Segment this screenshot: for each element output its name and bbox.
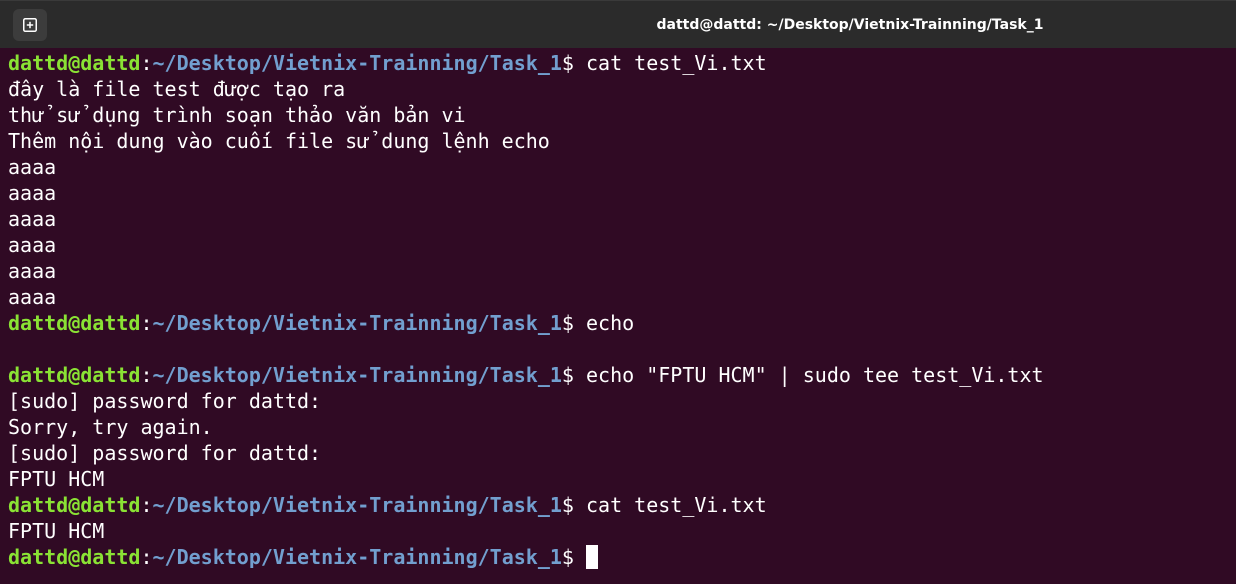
output-line: thử sử dụng trình soạn thảo văn bản vi (8, 102, 1228, 128)
output-text: aaaa (8, 259, 57, 283)
output-text: thử sử dụng trình soạn thảo văn bản vi (8, 103, 466, 127)
output-line: Sorry, try again. (8, 414, 1228, 440)
prompt-user-host: dattd@dattd (8, 363, 141, 387)
prompt-symbol: $ (561, 545, 586, 569)
new-tab-icon (23, 18, 37, 32)
command-text: echo "FPTU HCM" | sudo tee test_Vi.txt (586, 363, 1044, 387)
prompt-path: ~/Desktop/Vietnix-Trainning/Task_1 (152, 363, 562, 387)
prompt-symbol: $ (561, 311, 586, 335)
output-line: [sudo] password for dattd: (8, 388, 1228, 414)
prompt-line: dattd@dattd:~/Desktop/Vietnix-Trainning/… (8, 544, 1228, 570)
output-line: đây là file test được tạo ra (8, 76, 1228, 102)
output-text: đây là file test được tạo ra (8, 77, 346, 101)
output-text: FPTU HCM (8, 467, 105, 491)
prompt-line: dattd@dattd:~/Desktop/Vietnix-Trainning/… (8, 310, 1228, 336)
prompt-line: dattd@dattd:~/Desktop/Vietnix-Trainning/… (8, 492, 1228, 518)
window-title: dattd@dattd: ~/Desktop/Vietnix-Trainning… (656, 17, 1044, 33)
terminal-cursor (586, 545, 598, 569)
output-text: aaaa (8, 285, 57, 309)
output-line: aaaa (8, 258, 1228, 284)
prompt-symbol: $ (561, 363, 586, 387)
prompt-path: ~/Desktop/Vietnix-Trainning/Task_1 (152, 493, 562, 517)
output-line: FPTU HCM (8, 518, 1228, 544)
output-text: [sudo] password for dattd: (8, 441, 322, 465)
command-text: cat test_Vi.txt (586, 51, 767, 75)
prompt-separator: : (140, 545, 153, 569)
output-text: aaaa (8, 207, 57, 231)
prompt-user-host: dattd@dattd (8, 545, 141, 569)
output-line: Thêm nội dung vào cuối file sử dung lệnh… (8, 128, 1228, 154)
output-line: aaaa (8, 232, 1228, 258)
output-line: [sudo] password for dattd: (8, 440, 1228, 466)
prompt-user-host: dattd@dattd (8, 493, 141, 517)
output-text: FPTU HCM (8, 519, 105, 543)
command-text: cat test_Vi.txt (586, 493, 767, 517)
output-line: aaaa (8, 284, 1228, 310)
prompt-symbol: $ (561, 51, 586, 75)
output-text: [sudo] password for dattd: (8, 389, 322, 413)
title-bar[interactable]: dattd@dattd: ~/Desktop/Vietnix-Trainning… (0, 0, 1236, 48)
prompt-separator: : (140, 493, 153, 517)
output-line: FPTU HCM (8, 466, 1228, 492)
prompt-separator: : (140, 311, 153, 335)
output-line: aaaa (8, 180, 1228, 206)
output-text: Sorry, try again. (8, 415, 213, 439)
prompt-separator: : (140, 51, 153, 75)
new-tab-button[interactable] (13, 9, 47, 41)
command-text: echo (586, 311, 635, 335)
prompt-path: ~/Desktop/Vietnix-Trainning/Task_1 (152, 545, 562, 569)
prompt-symbol: $ (561, 493, 586, 517)
output-line: aaaa (8, 154, 1228, 180)
prompt-path: ~/Desktop/Vietnix-Trainning/Task_1 (152, 311, 562, 335)
prompt-user-host: dattd@dattd (8, 51, 141, 75)
output-text: aaaa (8, 155, 57, 179)
prompt-separator: : (140, 363, 153, 387)
prompt-path: ~/Desktop/Vietnix-Trainning/Task_1 (152, 51, 562, 75)
output-text: aaaa (8, 181, 57, 205)
terminal-window: dattd@dattd: ~/Desktop/Vietnix-Trainning… (0, 0, 1236, 584)
prompt-line: dattd@dattd:~/Desktop/Vietnix-Trainning/… (8, 362, 1228, 388)
prompt-line: dattd@dattd:~/Desktop/Vietnix-Trainning/… (8, 50, 1228, 76)
output-text: Thêm nội dung vào cuối file sử dung lệnh… (8, 129, 550, 153)
terminal-output[interactable]: dattd@dattd:~/Desktop/Vietnix-Trainning/… (8, 50, 1228, 570)
prompt-user-host: dattd@dattd (8, 311, 141, 335)
output-line: aaaa (8, 206, 1228, 232)
output-text: aaaa (8, 233, 57, 257)
